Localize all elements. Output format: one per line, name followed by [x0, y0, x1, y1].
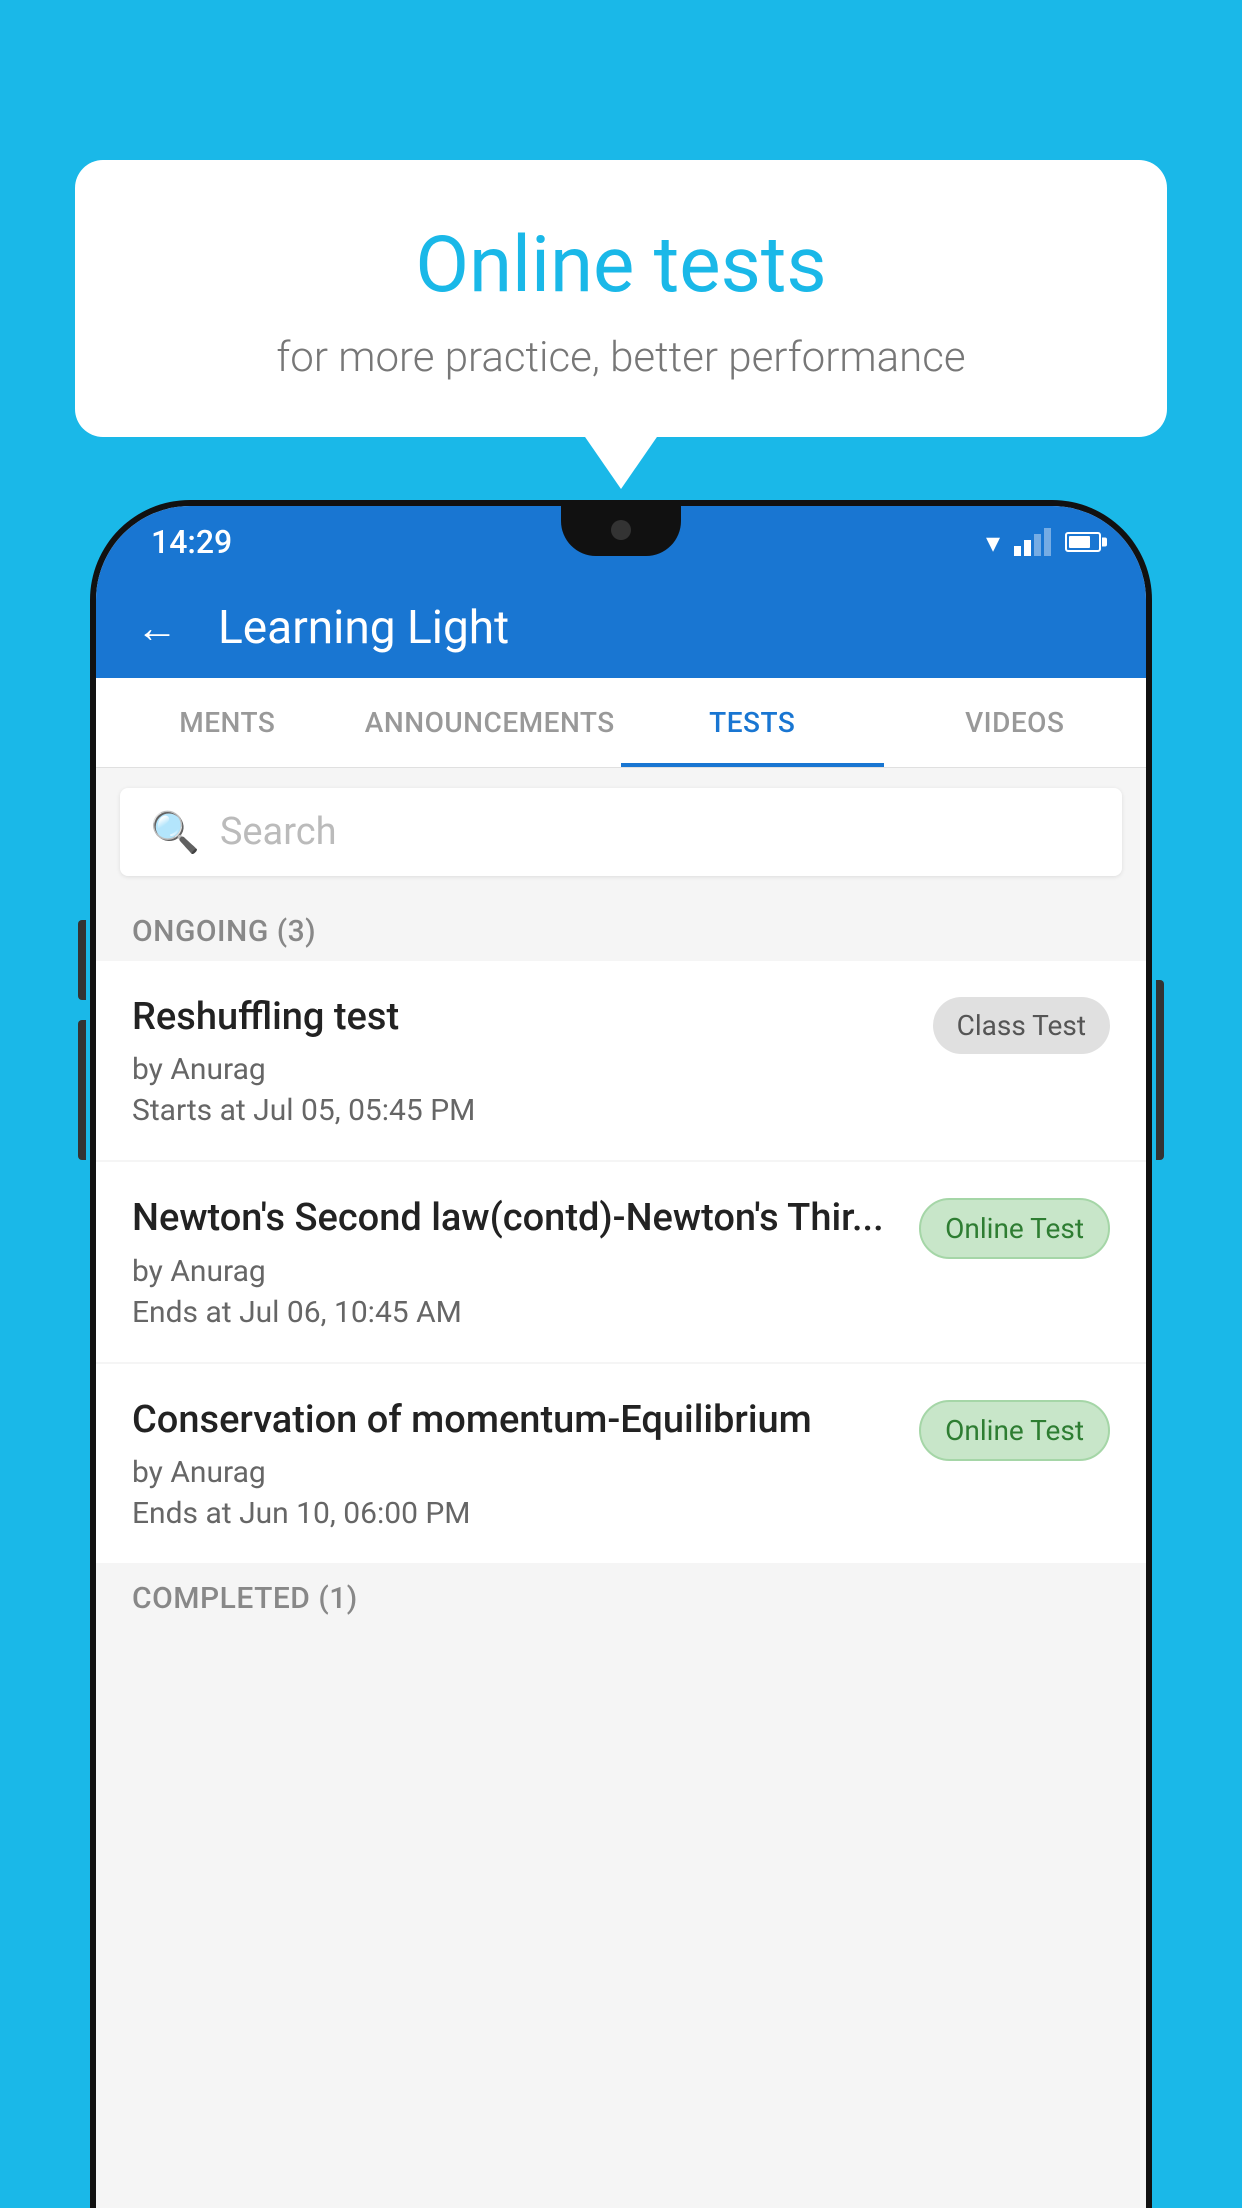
app-header: ← Learning Light — [96, 578, 1146, 678]
test-name: Conservation of momentum-Equilibrium — [132, 1396, 899, 1445]
test-author: by Anurag — [132, 1052, 913, 1087]
ongoing-section-header: ONGOING (3) — [96, 896, 1146, 961]
test-time: Ends at Jul 06, 10:45 AM — [132, 1295, 899, 1330]
bubble-subtitle: for more practice, better performance — [135, 333, 1107, 382]
volume-down-button[interactable] — [78, 1020, 86, 1160]
tab-ments[interactable]: MENTS — [96, 678, 359, 767]
search-bar[interactable]: 🔍 Search — [120, 788, 1122, 876]
test-time: Ends at Jun 10, 06:00 PM — [132, 1496, 899, 1531]
power-button[interactable] — [1156, 980, 1164, 1160]
speech-bubble: Online tests for more practice, better p… — [75, 160, 1167, 437]
status-icons: ▾ — [986, 526, 1101, 559]
test-name: Newton's Second law(contd)-Newton's Thir… — [132, 1194, 899, 1243]
signal-icon — [1014, 528, 1051, 556]
test-name: Reshuffling test — [132, 993, 913, 1042]
app-title: Learning Light — [218, 601, 509, 655]
status-time: 14:29 — [151, 523, 232, 561]
test-info: Newton's Second law(contd)-Newton's Thir… — [132, 1194, 899, 1329]
bubble-title: Online tests — [135, 220, 1107, 311]
phone-frame: 14:29 ▾ ← Learning Light — [90, 500, 1152, 2208]
battery-icon — [1065, 532, 1101, 552]
test-item[interactable]: Reshuffling test by Anurag Starts at Jul… — [96, 961, 1146, 1160]
camera — [611, 520, 631, 540]
test-author: by Anurag — [132, 1254, 899, 1289]
test-badge: Class Test — [933, 997, 1110, 1054]
test-author: by Anurag — [132, 1455, 899, 1490]
tabs-bar: MENTS ANNOUNCEMENTS TESTS VIDEOS — [96, 678, 1146, 768]
content-area: 🔍 Search ONGOING (3) Reshuffling test by… — [96, 768, 1146, 2208]
test-info: Reshuffling test by Anurag Starts at Jul… — [132, 993, 913, 1128]
test-badge: Online Test — [919, 1198, 1110, 1259]
back-button[interactable]: ← — [136, 604, 178, 653]
tab-videos[interactable]: VIDEOS — [884, 678, 1147, 767]
search-icon: 🔍 — [150, 809, 200, 856]
notch — [561, 506, 681, 556]
test-info: Conservation of momentum-Equilibrium by … — [132, 1396, 899, 1531]
wifi-icon: ▾ — [986, 526, 1000, 559]
phone-screen: 14:29 ▾ ← Learning Light — [96, 506, 1146, 2208]
test-item[interactable]: Newton's Second law(contd)-Newton's Thir… — [96, 1162, 1146, 1361]
completed-section-header: COMPLETED (1) — [96, 1565, 1146, 1626]
test-item[interactable]: Conservation of momentum-Equilibrium by … — [96, 1364, 1146, 1563]
status-bar: 14:29 ▾ — [96, 506, 1146, 578]
tab-tests[interactable]: TESTS — [621, 678, 884, 767]
search-input[interactable]: Search — [220, 810, 337, 854]
tab-announcements[interactable]: ANNOUNCEMENTS — [359, 678, 622, 767]
test-time: Starts at Jul 05, 05:45 PM — [132, 1093, 913, 1128]
test-badge: Online Test — [919, 1400, 1110, 1461]
volume-up-button[interactable] — [78, 920, 86, 1000]
